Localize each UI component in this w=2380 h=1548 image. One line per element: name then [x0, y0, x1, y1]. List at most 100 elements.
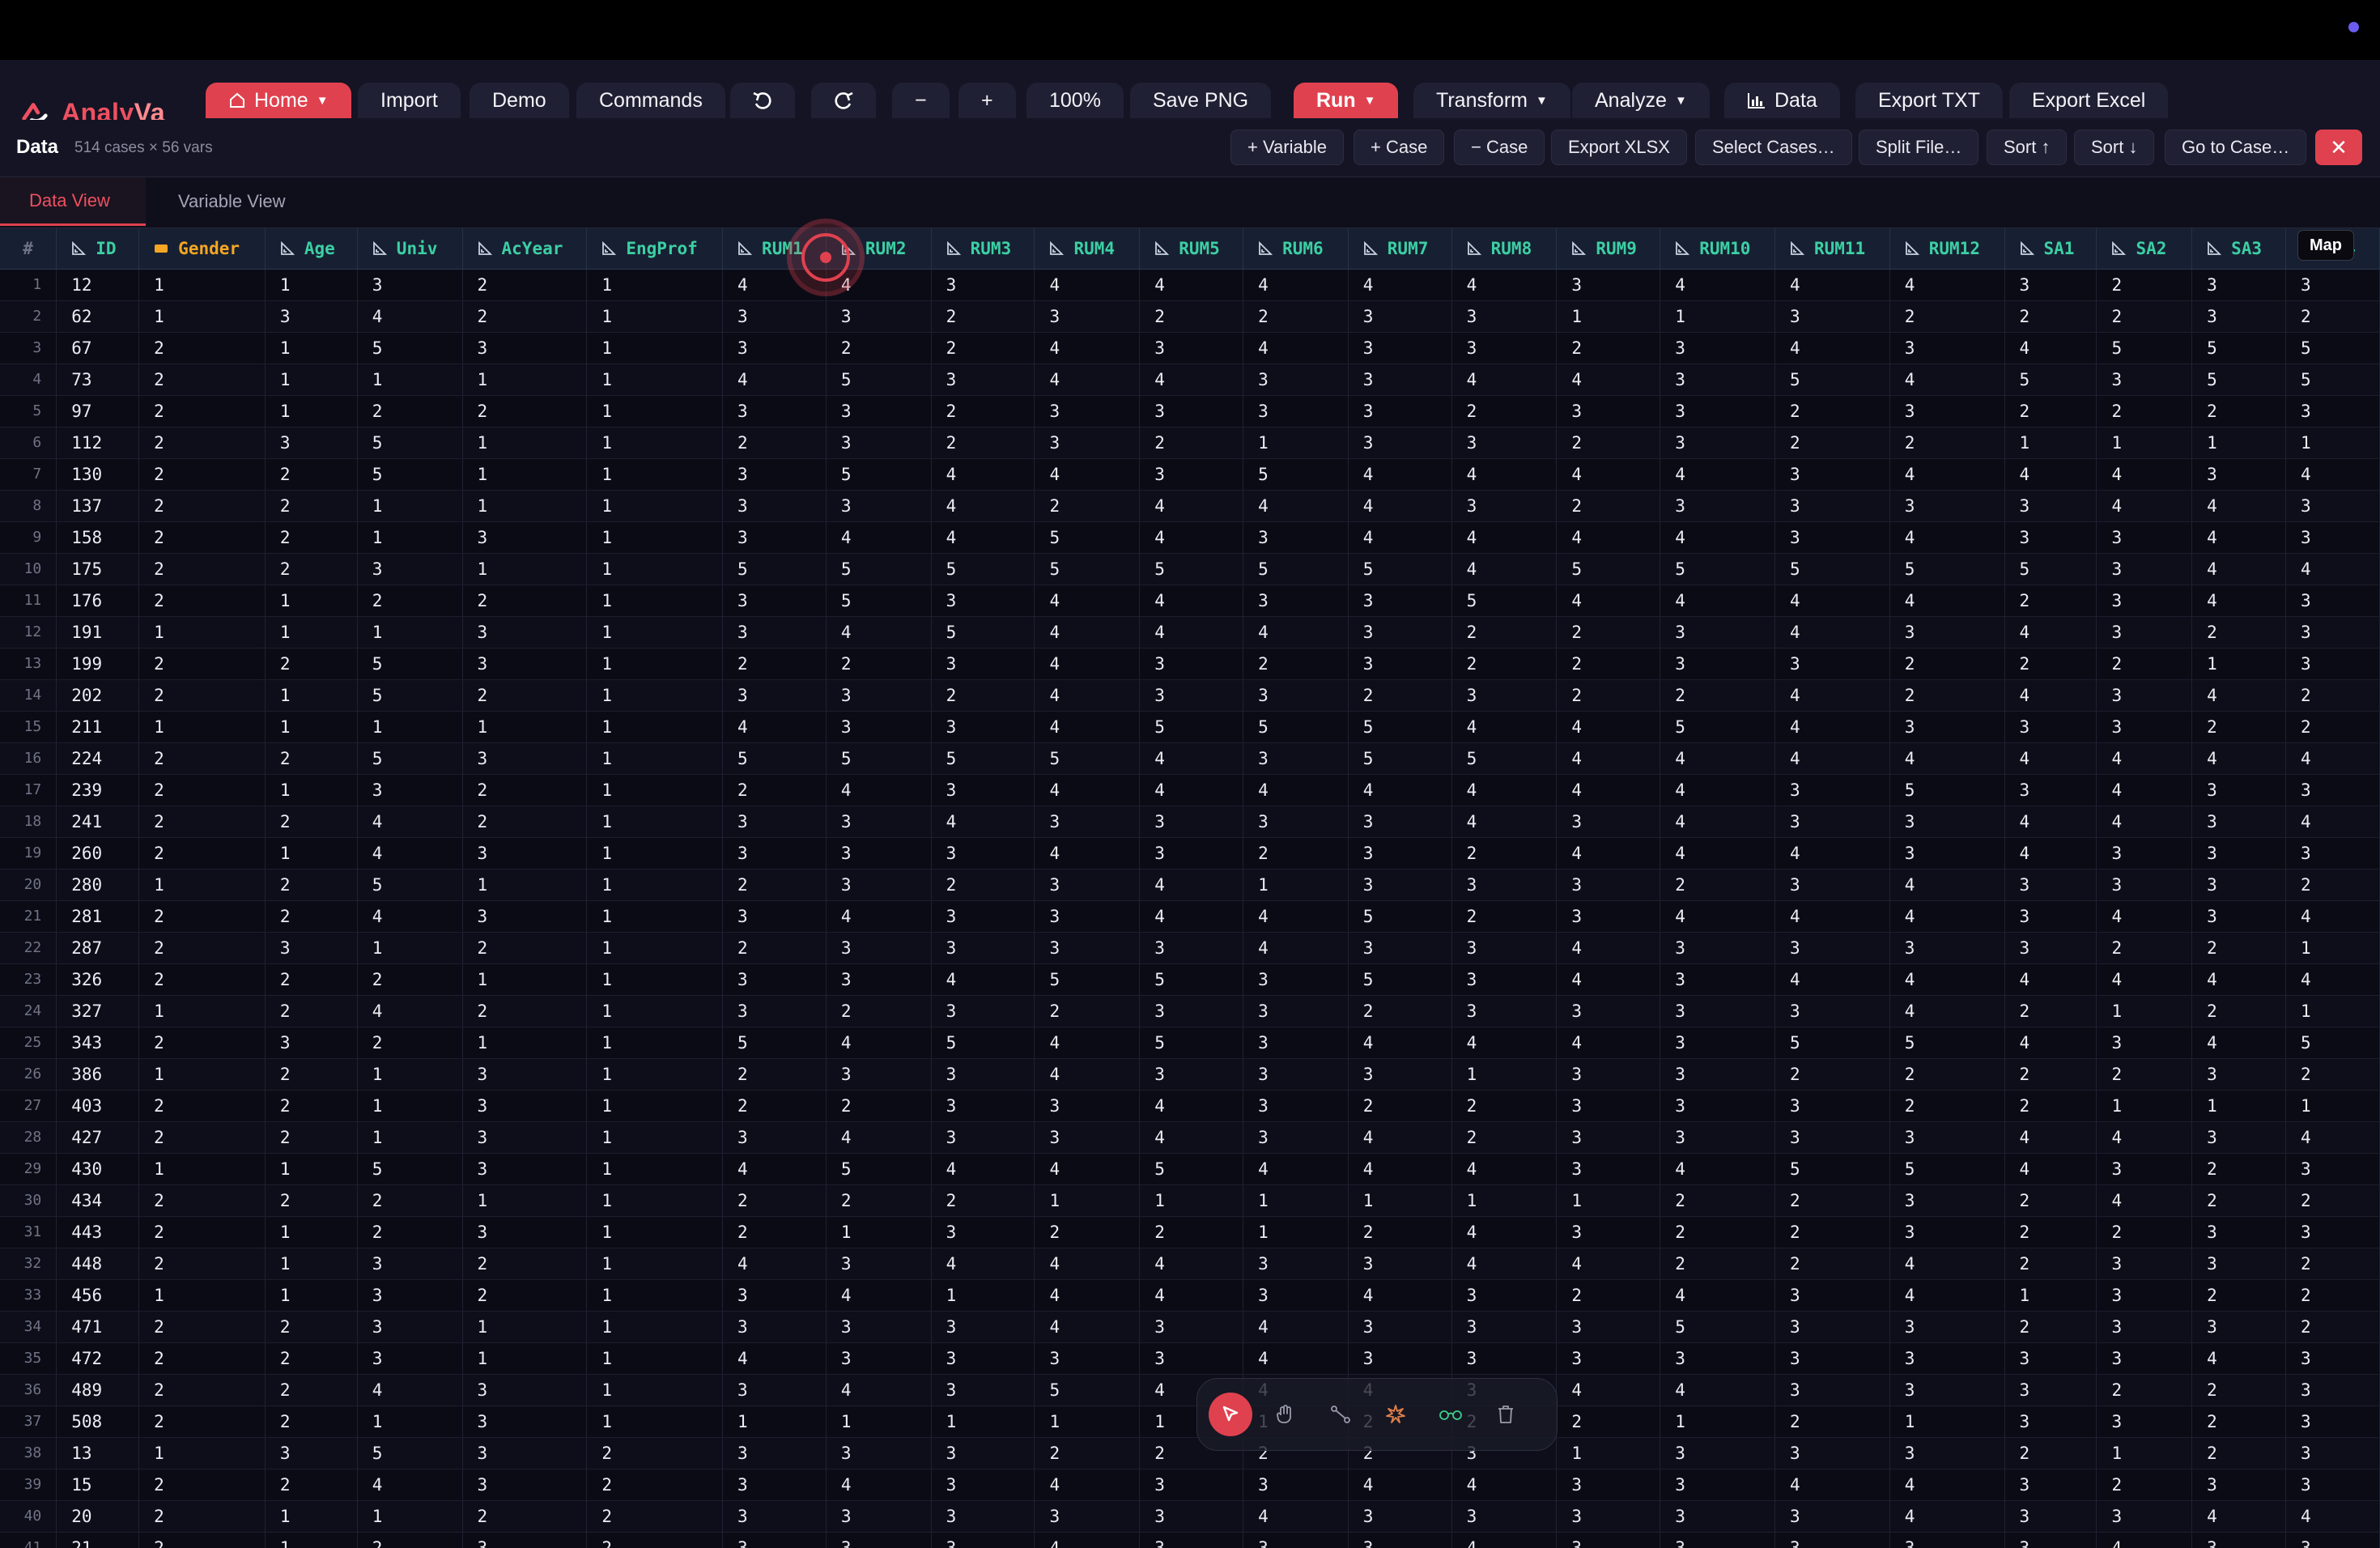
cell-rum5[interactable]: 4	[1139, 869, 1244, 901]
cell-sa2[interactable]: 3	[2096, 1027, 2193, 1059]
cell-rum9[interactable]: 3	[1556, 1121, 1661, 1154]
cell-univ[interactable]: 1	[357, 1058, 463, 1091]
cell-rum11[interactable]: 3	[1774, 521, 1890, 554]
cell-id[interactable]: 281	[56, 900, 140, 933]
cell-engprof[interactable]: 1	[586, 490, 724, 522]
cell-rum9[interactable]: 2	[1556, 1406, 1661, 1438]
cell-rum3[interactable]: 2	[931, 1184, 1035, 1217]
cell-rum4[interactable]: 3	[1034, 869, 1141, 901]
cell-gender[interactable]: 2	[138, 742, 266, 775]
cell-rum5[interactable]: 3	[1139, 995, 1244, 1027]
cell-rum10[interactable]: 2	[1660, 1216, 1775, 1248]
cell-sa4[interactable]: 1	[2285, 995, 2380, 1027]
cell-rum4[interactable]: 4	[1034, 1058, 1141, 1091]
cell-rum12[interactable]: 3	[1889, 1216, 2005, 1248]
cell-rum8[interactable]: 4	[1451, 553, 1558, 585]
split-file-button[interactable]: Split File…	[1859, 130, 1979, 165]
cell-sa2[interactable]: 3	[2096, 679, 2193, 712]
cell-id[interactable]: 443	[56, 1216, 140, 1248]
cell-rum5[interactable]: 3	[1139, 1311, 1244, 1343]
cell-rum8[interactable]: 3	[1451, 679, 1558, 712]
cell-sa1[interactable]: 3	[2004, 869, 2097, 901]
cell-sa3[interactable]: 4	[2191, 1500, 2286, 1533]
cell-univ[interactable]: 4	[357, 300, 463, 333]
cell-engprof[interactable]: 1	[586, 774, 724, 806]
cell-rum6[interactable]: 4	[1243, 616, 1349, 649]
cell-id[interactable]: 434	[56, 1184, 140, 1217]
connector-tool[interactable]	[1319, 1393, 1362, 1436]
cell-sa1[interactable]: 3	[2004, 1342, 2097, 1375]
cell-rum8[interactable]: 5	[1451, 742, 1558, 775]
cell-engprof[interactable]: 1	[586, 1216, 724, 1248]
cell-rum5[interactable]: 4	[1139, 1248, 1244, 1280]
cell-rum2[interactable]: 4	[826, 1374, 932, 1406]
cell-age[interactable]: 3	[265, 427, 358, 459]
cell-age[interactable]: 2	[265, 900, 358, 933]
cell-id[interactable]: 20	[56, 1500, 140, 1533]
cell-rum12[interactable]: 4	[1889, 364, 2005, 396]
cell-rum6[interactable]: 2	[1243, 837, 1349, 870]
cell-id[interactable]: 343	[56, 1027, 140, 1059]
cell-sa4[interactable]: 1	[2285, 932, 2380, 964]
cell-rum7[interactable]: 4	[1348, 1027, 1452, 1059]
cell-rum4[interactable]: 4	[1034, 1311, 1141, 1343]
cell-rum10[interactable]: 3	[1660, 490, 1775, 522]
cell-acyear[interactable]: 3	[462, 616, 588, 649]
cell-rum12[interactable]: 5	[1889, 1153, 2005, 1185]
cell-univ[interactable]: 1	[357, 364, 463, 396]
cell-rum6[interactable]: 2	[1243, 300, 1349, 333]
cell-sa2[interactable]: 3	[2096, 553, 2193, 585]
cell-acyear[interactable]: 2	[462, 269, 588, 301]
cell-rum1[interactable]: 3	[722, 900, 827, 933]
cell-sa4[interactable]: 3	[2285, 648, 2380, 680]
cell-rum11[interactable]: 3	[1774, 1437, 1890, 1469]
cell-rum3[interactable]: 4	[931, 1248, 1035, 1280]
cell-univ[interactable]: 5	[357, 427, 463, 459]
cell-rum4[interactable]: 3	[1034, 932, 1141, 964]
cell-rum7[interactable]: 3	[1348, 837, 1452, 870]
cell-rum12[interactable]: 2	[1889, 679, 2005, 712]
cell-sa2[interactable]: 4	[2096, 490, 2193, 522]
cell-acyear[interactable]: 1	[462, 963, 588, 996]
cell-rum11[interactable]: 5	[1774, 1153, 1890, 1185]
cell-acyear[interactable]: 1	[462, 711, 588, 743]
cell-sa2[interactable]: 3	[2096, 711, 2193, 743]
cell-age[interactable]: 1	[265, 1532, 358, 1548]
cell-rum9[interactable]: 4	[1556, 742, 1661, 775]
cell-rum12[interactable]: 2	[1889, 1090, 2005, 1122]
cell-engprof[interactable]: 1	[586, 648, 724, 680]
cell-age[interactable]: 2	[265, 521, 358, 554]
export-xlsx-button[interactable]: Export XLSX	[1551, 130, 1687, 165]
cell-sa2[interactable]: 4	[2096, 1532, 2193, 1548]
cell-rum8[interactable]: 1	[1451, 1058, 1558, 1091]
cell-sa4[interactable]: 2	[2285, 1184, 2380, 1217]
cell-sa1[interactable]: 4	[2004, 1153, 2097, 1185]
cell-sa1[interactable]: 2	[2004, 1437, 2097, 1469]
cell-sa3[interactable]: 3	[2191, 837, 2286, 870]
cell-rum12[interactable]: 1	[1889, 1406, 2005, 1438]
cell-rum4[interactable]: 3	[1034, 1090, 1141, 1122]
cell-sa3[interactable]: 2	[2191, 932, 2286, 964]
cell-rum5[interactable]: 3	[1139, 1500, 1244, 1533]
cell-univ[interactable]: 5	[357, 458, 463, 491]
cell-rum11[interactable]: 4	[1774, 679, 1890, 712]
cell-rum6[interactable]: 5	[1243, 458, 1349, 491]
cell-rum7[interactable]: 3	[1348, 806, 1452, 838]
cell-sa3[interactable]: 3	[2191, 806, 2286, 838]
cell-rum8[interactable]: 4	[1451, 1153, 1558, 1185]
cell-sa2[interactable]: 2	[2096, 1374, 2193, 1406]
cell-univ[interactable]: 2	[357, 395, 463, 427]
cell-engprof[interactable]: 1	[586, 458, 724, 491]
cell-rum7[interactable]: 4	[1348, 490, 1452, 522]
cell-univ[interactable]: 1	[357, 1090, 463, 1122]
cell-rum6[interactable]: 3	[1243, 1469, 1349, 1501]
cell-rum4[interactable]: 3	[1034, 427, 1141, 459]
cell-id[interactable]: 130	[56, 458, 140, 491]
cell-id[interactable]: 137	[56, 490, 140, 522]
cell-sa4[interactable]: 2	[2285, 1311, 2380, 1343]
cell-sa4[interactable]: 3	[2285, 837, 2380, 870]
cell-sa3[interactable]: 2	[2191, 616, 2286, 649]
cell-rum7[interactable]: 4	[1348, 269, 1452, 301]
cell-id[interactable]: 403	[56, 1090, 140, 1122]
cell-rum7[interactable]: 5	[1348, 553, 1452, 585]
